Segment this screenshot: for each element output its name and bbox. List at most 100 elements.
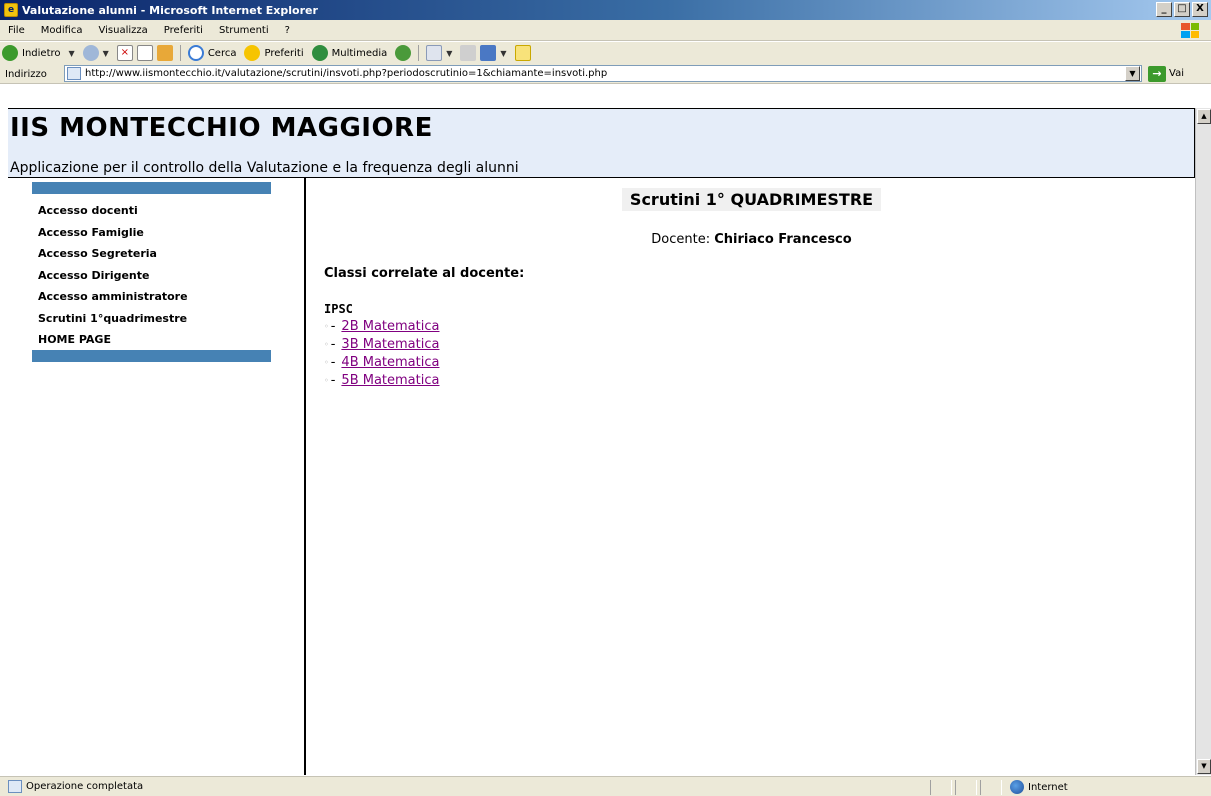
back-button[interactable]: Indietro: [22, 48, 61, 59]
chevron-down-icon[interactable]: ▼: [103, 49, 109, 58]
windows-logo-icon: [1177, 21, 1203, 40]
page-icon: [8, 780, 22, 793]
status-panel: [980, 780, 1002, 795]
search-button[interactable]: Cerca: [208, 48, 237, 59]
nav-accesso-dirigente[interactable]: Accesso Dirigente: [38, 269, 188, 291]
menu-file[interactable]: File: [0, 25, 33, 36]
class-link-2b[interactable]: 2B Matematica: [341, 319, 439, 334]
docente-line: Docente: Chiriaco Francesco: [308, 232, 1195, 247]
toolbar-separator: [418, 45, 420, 61]
menu-preferiti[interactable]: Preferiti: [156, 25, 211, 36]
class-list: ◦ - 2B Matematica ◦ - 3B Matematica ◦ - 4B …: [324, 317, 439, 389]
page-title: Scrutini 1° QUADRIMESTRE: [308, 188, 1195, 211]
ie-icon: e: [4, 3, 18, 17]
globe-icon: [1010, 780, 1024, 794]
forward-arrow-icon[interactable]: [82, 45, 99, 61]
school-code: IPSC: [324, 302, 353, 316]
chevron-down-icon[interactable]: ▼: [1125, 66, 1140, 81]
refresh-icon[interactable]: [136, 45, 153, 61]
list-item: ◦ - 2B Matematica: [324, 317, 439, 335]
menu-help[interactable]: ?: [277, 25, 298, 36]
chevron-down-icon[interactable]: ▼: [500, 49, 506, 58]
docente-label: Docente:: [651, 232, 711, 247]
notes-icon[interactable]: [514, 45, 531, 61]
status-panel: [955, 780, 977, 795]
security-zone: Internet: [1010, 779, 1068, 795]
zone-label: Internet: [1028, 781, 1068, 793]
status-bar: Operazione completata Internet: [0, 776, 1211, 796]
list-item: ◦ - 4B Matematica: [324, 353, 439, 371]
search-icon[interactable]: [187, 45, 204, 61]
navigation-toolbar: Indietro ▼ ▼ × Cerca Preferiti Multimedi…: [2, 44, 531, 62]
docente-name: Chiriaco Francesco: [714, 232, 852, 247]
nav-accesso-docenti[interactable]: Accesso docenti: [38, 204, 188, 226]
edit-icon[interactable]: [480, 45, 497, 61]
bullet-icon: ◦: [324, 357, 329, 367]
minimize-button[interactable]: _: [1156, 2, 1172, 17]
site-title: IIS MONTECCHIO MAGGIORE: [10, 113, 433, 143]
close-button[interactable]: X: [1192, 2, 1208, 17]
window-titlebar: e Valutazione alunni - Microsoft Interne…: [0, 0, 1211, 20]
chevron-down-icon[interactable]: ▼: [446, 49, 452, 58]
scroll-up-icon[interactable]: ▲: [1197, 109, 1211, 124]
nav-accesso-famiglie[interactable]: Accesso Famiglie: [38, 226, 188, 248]
dash: -: [330, 354, 336, 370]
site-subtitle: Applicazione per il controllo della Valu…: [10, 160, 519, 176]
dash: -: [330, 336, 336, 352]
classes-heading: Classi correlate al docente:: [324, 266, 525, 281]
nav-strip-bottom: [32, 350, 271, 362]
chevron-down-icon[interactable]: ▼: [69, 49, 75, 58]
left-navigation: Accesso docenti Accesso Famiglie Accesso…: [8, 178, 306, 775]
menu-visualizza[interactable]: Visualizza: [91, 25, 156, 36]
dash: -: [330, 318, 336, 334]
stop-icon[interactable]: ×: [116, 45, 133, 61]
toolbar: Indietro ▼ ▼ × Cerca Preferiti Multimedi…: [0, 42, 1211, 84]
maximize-button[interactable]: □: [1174, 2, 1190, 17]
address-bar: Indirizzo http://www.iismontecchio.it/va…: [0, 64, 1211, 84]
list-item: ◦ - 5B Matematica: [324, 371, 439, 389]
address-input[interactable]: http://www.iismontecchio.it/valutazione/…: [64, 65, 1142, 82]
vertical-scrollbar[interactable]: ▲ ▼: [1195, 108, 1211, 775]
bullet-icon: ◦: [324, 321, 329, 331]
dash: -: [330, 372, 336, 388]
go-label[interactable]: Vai: [1169, 68, 1184, 79]
page-title-text: Scrutini 1° QUADRIMESTRE: [621, 188, 882, 211]
main-content: Scrutini 1° QUADRIMESTRE Docente: Chiria…: [308, 178, 1195, 775]
class-link-4b[interactable]: 4B Matematica: [341, 355, 439, 370]
back-arrow-icon[interactable]: [2, 45, 18, 61]
toolbar-separator: [179, 45, 181, 61]
nav-scrutini[interactable]: Scrutini 1°quadrimestre: [38, 312, 188, 334]
favorites-button[interactable]: Preferiti: [264, 48, 303, 59]
history-icon[interactable]: [395, 45, 412, 61]
go-arrow-icon[interactable]: →: [1148, 65, 1166, 82]
print-icon[interactable]: [460, 45, 477, 61]
nav-strip-top: [32, 182, 271, 194]
page-header: IIS MONTECCHIO MAGGIORE Applicazione per…: [8, 108, 1195, 178]
status-text: Operazione completata: [26, 781, 144, 792]
page-icon: [67, 67, 81, 80]
mail-icon[interactable]: [426, 45, 443, 61]
menu-modifica[interactable]: Modifica: [33, 25, 91, 36]
window-title: Valutazione alunni - Microsoft Internet …: [22, 3, 318, 17]
menu-bar: File Modifica Visualizza Preferiti Strum…: [0, 20, 1211, 41]
nav-list: Accesso docenti Accesso Famiglie Accesso…: [38, 204, 188, 355]
address-label: Indirizzo: [5, 68, 47, 80]
status-panel: [930, 780, 952, 795]
address-url[interactable]: http://www.iismontecchio.it/valutazione/…: [85, 68, 607, 79]
scroll-down-icon[interactable]: ▼: [1197, 759, 1211, 774]
list-item: ◦ - 3B Matematica: [324, 335, 439, 353]
nav-accesso-amministratore[interactable]: Accesso amministratore: [38, 290, 188, 312]
menu-strumenti[interactable]: Strumenti: [211, 25, 277, 36]
window-controls: _ □ X: [1156, 2, 1208, 17]
bullet-icon: ◦: [324, 339, 329, 349]
home-icon[interactable]: [156, 45, 173, 61]
star-icon[interactable]: [244, 45, 261, 61]
nav-accesso-segreteria[interactable]: Accesso Segreteria: [38, 247, 188, 269]
go-button[interactable]: → Vai: [1148, 65, 1184, 82]
page-viewport: IIS MONTECCHIO MAGGIORE Applicazione per…: [8, 108, 1195, 775]
media-icon[interactable]: [311, 45, 328, 61]
class-link-5b[interactable]: 5B Matematica: [341, 373, 439, 388]
media-button[interactable]: Multimedia: [332, 48, 388, 59]
class-link-3b[interactable]: 3B Matematica: [341, 337, 439, 352]
bullet-icon: ◦: [324, 375, 329, 385]
